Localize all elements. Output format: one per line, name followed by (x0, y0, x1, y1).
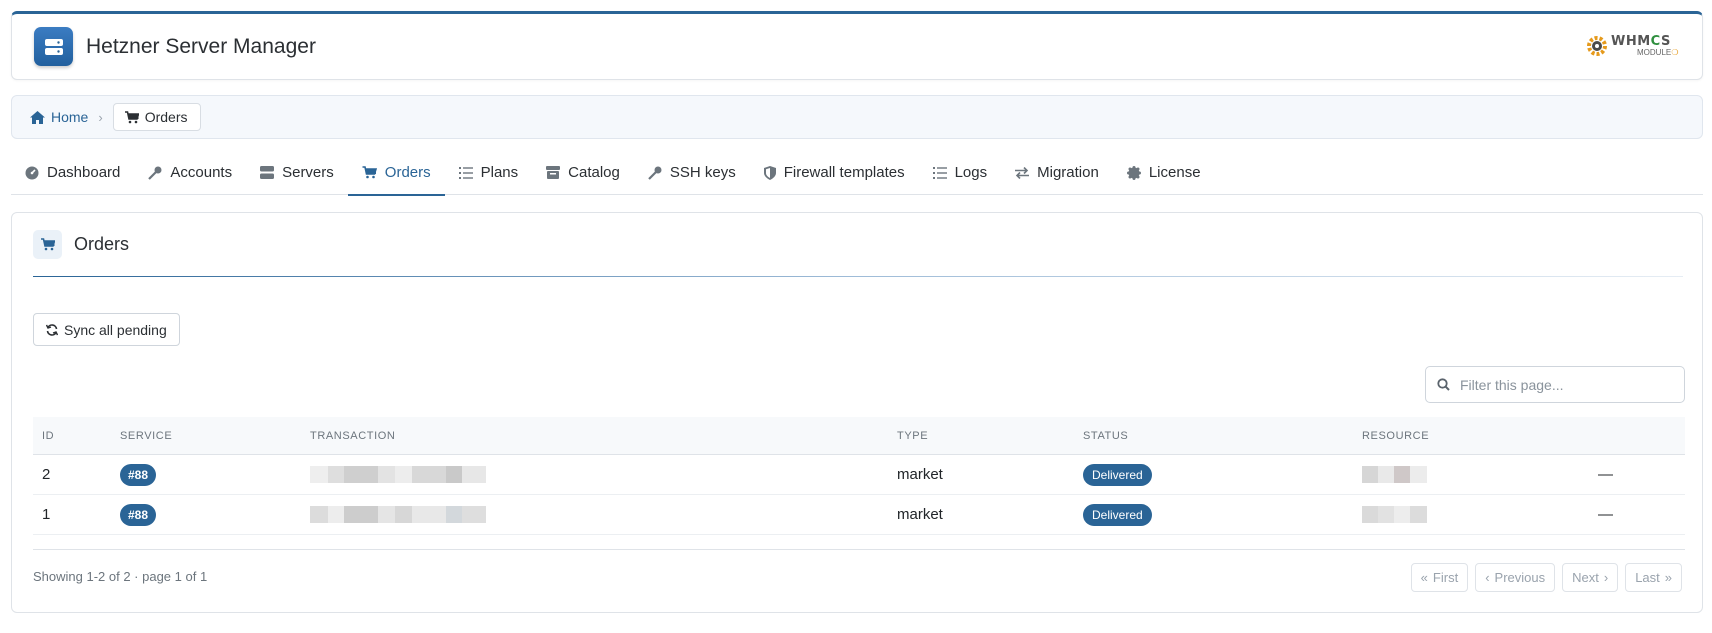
shield-icon (763, 165, 776, 180)
cart-icon (33, 230, 62, 259)
row-id: 1 (42, 506, 51, 523)
exchange-icon (1015, 166, 1030, 179)
row-actions-empty: — (1598, 506, 1613, 523)
breadcrumb-home-link[interactable]: Home (30, 109, 88, 125)
pagination-summary: Showing 1-2 of 2 · page 1 of 1 (33, 569, 208, 584)
server-app-icon (34, 27, 73, 66)
double-chevron-right-icon: » (1664, 570, 1672, 585)
breadcrumb-current-label: Orders (144, 109, 188, 125)
divider (33, 549, 1685, 550)
tab-orders[interactable]: Orders (347, 150, 445, 196)
redacted-transaction (310, 466, 897, 483)
key-icon (648, 166, 662, 180)
table-header: ID SERVICE TRANSACTION TYPE STATUS RESOU… (33, 417, 1685, 455)
key-icon (148, 166, 162, 180)
app-header: Hetzner Server Manager WHMCS MODULE❍ (11, 11, 1703, 80)
pagination: « First ‹ Previous Next › Last » (1404, 563, 1682, 592)
double-chevron-left-icon: « (1420, 570, 1428, 585)
server-icon (260, 166, 275, 179)
store-icon (546, 166, 561, 179)
cart-icon (124, 110, 139, 123)
tab-accounts[interactable]: Accounts (134, 150, 246, 195)
tab-firewall-templates[interactable]: Firewall templates (750, 150, 919, 195)
header-type[interactable]: TYPE (897, 430, 1083, 442)
refresh-icon (46, 323, 58, 336)
list-icon (932, 166, 947, 179)
tab-logs[interactable]: Logs (919, 150, 1002, 195)
chevron-right-icon: › (98, 109, 103, 125)
breadcrumb: Home › Orders (11, 95, 1703, 139)
table-row: 1 #88 market Delivered — (33, 495, 1685, 535)
status-badge: Delivered (1083, 463, 1152, 486)
filter-field (1425, 366, 1685, 403)
last-page-button[interactable]: Last » (1625, 563, 1682, 592)
header-status[interactable]: STATUS (1083, 430, 1362, 442)
search-icon (1437, 378, 1450, 391)
tab-ssh-keys[interactable]: SSH keys (634, 150, 750, 195)
whmcs-module-logo: WHMCS MODULE❍ (1585, 30, 1680, 62)
cart-icon (362, 166, 377, 179)
app-title: Hetzner Server Manager (86, 34, 316, 58)
tab-plans[interactable]: Plans (445, 150, 533, 195)
redacted-transaction (310, 506, 897, 523)
home-icon (30, 110, 45, 124)
list-icon (458, 166, 473, 179)
tab-servers[interactable]: Servers (246, 150, 348, 195)
status-badge: Delivered (1083, 503, 1152, 526)
row-type: market (897, 466, 943, 483)
chevron-right-icon: › (1603, 570, 1609, 585)
header-transaction[interactable]: TRANSACTION (310, 430, 897, 442)
sync-all-pending-button[interactable]: Sync all pending (33, 313, 180, 346)
header-id[interactable]: ID (33, 430, 120, 442)
filter-input[interactable] (1460, 376, 1660, 393)
certificate-icon (1126, 165, 1141, 180)
redacted-resource (1362, 506, 1598, 523)
tab-license[interactable]: License (1113, 150, 1215, 195)
redacted-resource (1362, 466, 1598, 483)
orders-table: ID SERVICE TRANSACTION TYPE STATUS RESOU… (33, 417, 1685, 535)
previous-page-button[interactable]: ‹ Previous (1475, 563, 1556, 592)
nav-tabs: Dashboard Accounts Servers Orders Plans (11, 150, 1703, 196)
gear-logo-icon (1587, 36, 1607, 56)
service-badge[interactable]: #88 (120, 463, 157, 486)
breadcrumb-home-label: Home (51, 109, 89, 125)
card-title: Orders (74, 234, 130, 254)
breadcrumb-current: Orders (112, 103, 201, 131)
card-header: Orders (33, 213, 1683, 277)
row-type: market (897, 506, 943, 523)
gauge-icon (25, 166, 39, 179)
row-actions-empty: — (1598, 466, 1613, 483)
header-resource[interactable]: RESOURCE (1362, 430, 1598, 442)
tab-migration[interactable]: Migration (1001, 150, 1113, 195)
service-badge[interactable]: #88 (120, 503, 157, 526)
tab-dashboard[interactable]: Dashboard (11, 150, 134, 195)
tab-catalog[interactable]: Catalog (532, 150, 634, 195)
row-id: 2 (42, 466, 51, 483)
chevron-left-icon: ‹ (1485, 570, 1490, 585)
orders-card: Orders Sync all pending ID SERVICE TRANS… (11, 212, 1703, 613)
first-page-button[interactable]: « First (1410, 563, 1469, 592)
next-page-button[interactable]: Next › (1562, 563, 1619, 592)
table-row: 2 #88 market Delivered — (33, 455, 1685, 495)
header-service[interactable]: SERVICE (120, 430, 310, 442)
